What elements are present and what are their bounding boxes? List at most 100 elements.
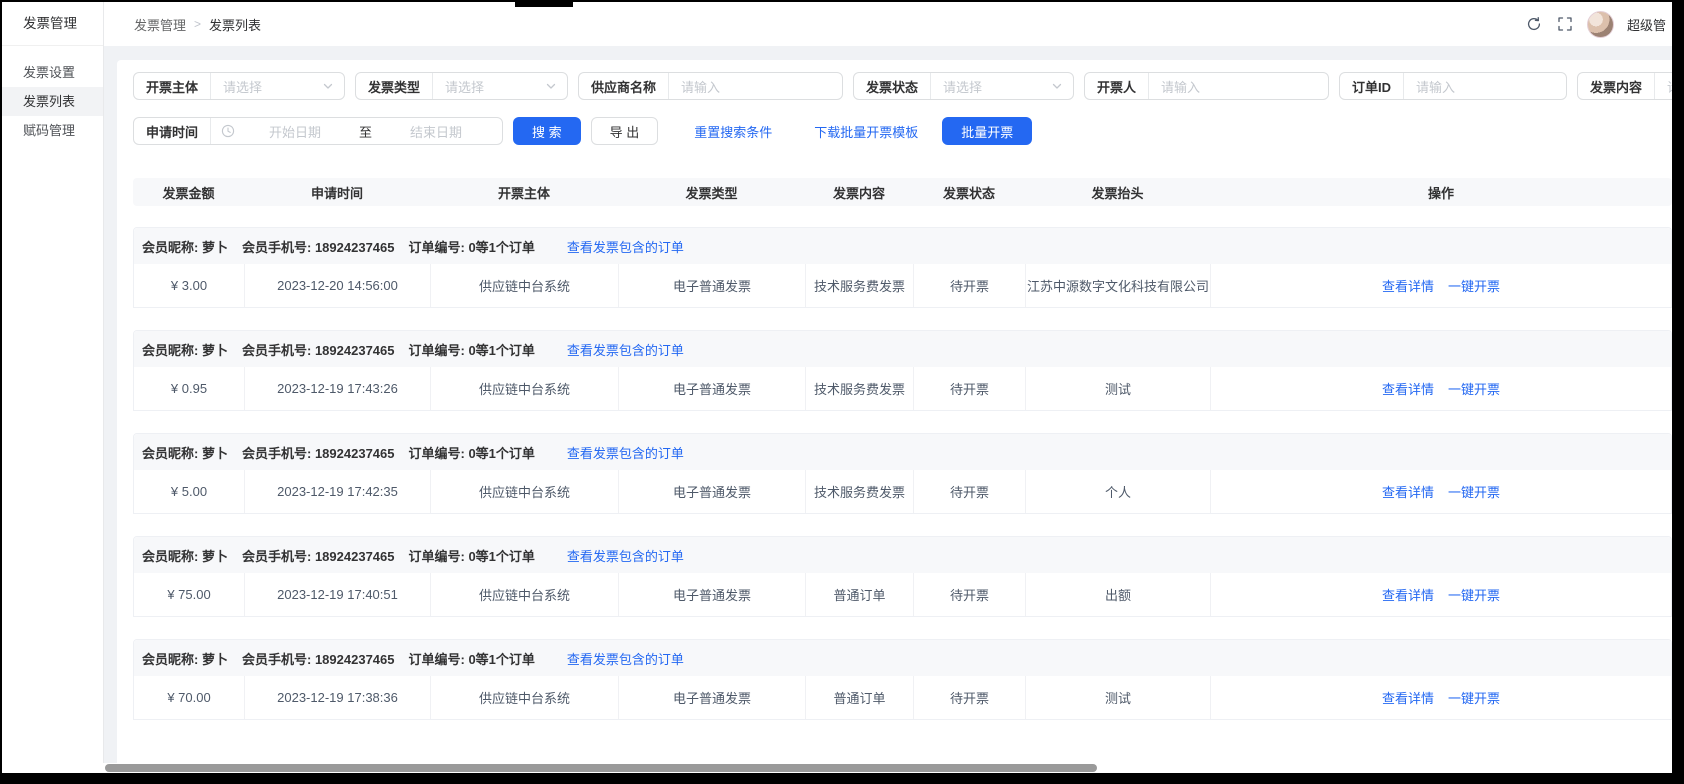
filter-label: 发票内容 — [1578, 77, 1654, 96]
invoice-group: 会员昵称: 萝卜 会员手机号: 18924237465 订单编号: 0等1个订单… — [133, 227, 1672, 308]
sidebar-item-code-management[interactable]: 赋码管理 — [2, 116, 103, 145]
apply-time-label: 申请时间 — [134, 118, 211, 144]
cell-invoice-type: 电子普通发票 — [619, 573, 806, 616]
filter-value: 请选择 — [930, 73, 1073, 99]
view-detail-link[interactable]: 查看详情 — [1382, 379, 1434, 398]
view-detail-link[interactable]: 查看详情 — [1382, 276, 1434, 295]
invoice-type-filter[interactable]: 发票类型 请选择 — [355, 72, 568, 100]
breadcrumb-parent[interactable]: 发票管理 — [134, 15, 186, 34]
filter-value: 请输入 — [668, 73, 842, 99]
reset-search-link[interactable]: 重置搜索条件 — [694, 122, 772, 141]
sidebar-item-invoice-settings[interactable]: 发票设置 — [2, 58, 103, 87]
member-nickname: 会员昵称: 萝卜 — [142, 340, 228, 359]
cell-status: 待开票 — [914, 573, 1026, 616]
supplier-name-filter[interactable]: 供应商名称 请输入 — [578, 72, 843, 100]
invoice-subject-filter[interactable]: 开票主体 请选择 — [133, 72, 345, 100]
start-date-input[interactable]: 开始日期 — [239, 122, 351, 141]
col-header-status: 发票状态 — [913, 183, 1025, 202]
table-row: ¥ 5.00 2023-12-19 17:42:35 供应链中台系统 电子普通发… — [134, 470, 1671, 513]
invoice-group: 会员昵称: 萝卜 会员手机号: 18924237465 订单编号: 0等1个订单… — [133, 330, 1672, 411]
view-included-orders-link[interactable]: 查看发票包含的订单 — [567, 340, 684, 359]
breadcrumb-separator: > — [194, 17, 201, 31]
cell-actions: 查看详情 一键开票 — [1211, 470, 1671, 513]
cell-content: 技术服务费发票 — [806, 367, 914, 410]
breadcrumb: 发票管理 > 发票列表 — [134, 15, 261, 34]
cell-invoice-type: 电子普通发票 — [619, 676, 806, 719]
filter-value: 请选择 — [432, 73, 567, 99]
filter-label: 开票主体 — [134, 77, 210, 96]
filter-label: 订单ID — [1340, 77, 1403, 96]
cell-title: 出额 — [1026, 573, 1211, 616]
invoice-content-filter[interactable]: 发票内容 请选择 — [1577, 72, 1672, 100]
cell-title: 测试 — [1026, 676, 1211, 719]
cell-invoice-type: 电子普通发票 — [619, 264, 806, 307]
cell-amount: ¥ 3.00 — [134, 264, 245, 307]
horizontal-scrollbar-thumb[interactable] — [105, 764, 1097, 772]
group-header: 会员昵称: 萝卜 会员手机号: 18924237465 订单编号: 0等1个订单… — [134, 331, 1671, 367]
invoice-group-list: 会员昵称: 萝卜 会员手机号: 18924237465 订单编号: 0等1个订单… — [133, 227, 1672, 720]
filter-label: 发票类型 — [356, 77, 432, 96]
one-click-invoice-link[interactable]: 一键开票 — [1448, 482, 1500, 501]
col-header-content: 发票内容 — [805, 183, 913, 202]
fullscreen-icon[interactable] — [1556, 15, 1574, 33]
clock-icon — [221, 124, 235, 138]
cell-content: 普通订单 — [806, 573, 914, 616]
view-included-orders-link[interactable]: 查看发票包含的订单 — [567, 649, 684, 668]
end-date-input[interactable]: 结束日期 — [380, 122, 492, 141]
filter-placeholder: 请选择 — [943, 77, 1051, 96]
chevron-down-icon — [545, 80, 557, 92]
invoice-status-filter[interactable]: 发票状态 请选择 — [853, 72, 1074, 100]
topbar: 发票管理 > 发票列表 超级管 — [104, 2, 1672, 46]
cell-actions: 查看详情 一键开票 — [1211, 264, 1671, 307]
content-area: 开票主体 请选择 发票类型 请选择 供应商名称 请输入 发票状态 请选择 — [104, 46, 1672, 763]
member-phone: 会员手机号: 18924237465 — [242, 649, 395, 668]
view-included-orders-link[interactable]: 查看发票包含的订单 — [567, 443, 684, 462]
apply-time-range-picker[interactable]: 申请时间 开始日期 至 结束日期 — [133, 117, 503, 145]
cell-amount: ¥ 75.00 — [134, 573, 245, 616]
filter-value: 请输入 — [1148, 73, 1328, 99]
view-detail-link[interactable]: 查看详情 — [1382, 482, 1434, 501]
one-click-invoice-link[interactable]: 一键开票 — [1448, 688, 1500, 707]
col-header-apply-time: 申请时间 — [244, 183, 430, 202]
view-included-orders-link[interactable]: 查看发票包含的订单 — [567, 546, 684, 565]
filter-placeholder: 请选择 — [223, 77, 322, 96]
cell-subject: 供应链中台系统 — [431, 470, 619, 513]
order-number: 订单编号: 0等1个订单 — [408, 340, 534, 359]
one-click-invoice-link[interactable]: 一键开票 — [1448, 585, 1500, 604]
chevron-down-icon — [1051, 80, 1063, 92]
col-header-subject: 开票主体 — [430, 183, 618, 202]
download-batch-template-link[interactable]: 下载批量开票模板 — [814, 122, 918, 141]
cell-subject: 供应链中台系统 — [431, 367, 619, 410]
filter-row-2: 申请时间 开始日期 至 结束日期 搜 索 导 出 重置搜索条件 下载批量开票模板 — [133, 117, 1672, 145]
invoice-group: 会员昵称: 萝卜 会员手机号: 18924237465 订单编号: 0等1个订单… — [133, 639, 1672, 720]
batch-invoice-button[interactable]: 批量开票 — [942, 117, 1032, 145]
cell-title: 个人 — [1026, 470, 1211, 513]
order-id-filter[interactable]: 订单ID 请输入 — [1339, 72, 1567, 100]
filter-label: 供应商名称 — [579, 77, 668, 96]
order-number: 订单编号: 0等1个订单 — [408, 237, 534, 256]
sidebar-item-invoice-list[interactable]: 发票列表 — [2, 87, 103, 116]
view-detail-link[interactable]: 查看详情 — [1382, 688, 1434, 707]
group-header: 会员昵称: 萝卜 会员手机号: 18924237465 订单编号: 0等1个订单… — [134, 537, 1671, 573]
cell-apply-time: 2023-12-19 17:42:35 — [245, 470, 431, 513]
one-click-invoice-link[interactable]: 一键开票 — [1448, 276, 1500, 295]
col-header-amount: 发票金额 — [133, 183, 244, 202]
issuer-filter[interactable]: 开票人 请输入 — [1084, 72, 1329, 100]
table-row: ¥ 0.95 2023-12-19 17:43:26 供应链中台系统 电子普通发… — [134, 367, 1671, 410]
table-row: ¥ 70.00 2023-12-19 17:38:36 供应链中台系统 电子普通… — [134, 676, 1671, 719]
export-button[interactable]: 导 出 — [591, 117, 659, 145]
view-included-orders-link[interactable]: 查看发票包含的订单 — [567, 237, 684, 256]
one-click-invoice-link[interactable]: 一键开票 — [1448, 379, 1500, 398]
member-nickname: 会员昵称: 萝卜 — [142, 649, 228, 668]
view-detail-link[interactable]: 查看详情 — [1382, 585, 1434, 604]
member-phone: 会员手机号: 18924237465 — [242, 237, 395, 256]
refresh-icon[interactable] — [1525, 15, 1543, 33]
filter-placeholder: 请选择 — [1667, 77, 1672, 96]
cell-content: 技术服务费发票 — [806, 264, 914, 307]
filter-label: 发票状态 — [854, 77, 930, 96]
chevron-down-icon — [322, 80, 334, 92]
col-header-actions: 操作 — [1210, 183, 1672, 202]
table-row: ¥ 75.00 2023-12-19 17:40:51 供应链中台系统 电子普通… — [134, 573, 1671, 616]
search-button[interactable]: 搜 索 — [513, 117, 581, 145]
avatar[interactable] — [1587, 11, 1614, 38]
